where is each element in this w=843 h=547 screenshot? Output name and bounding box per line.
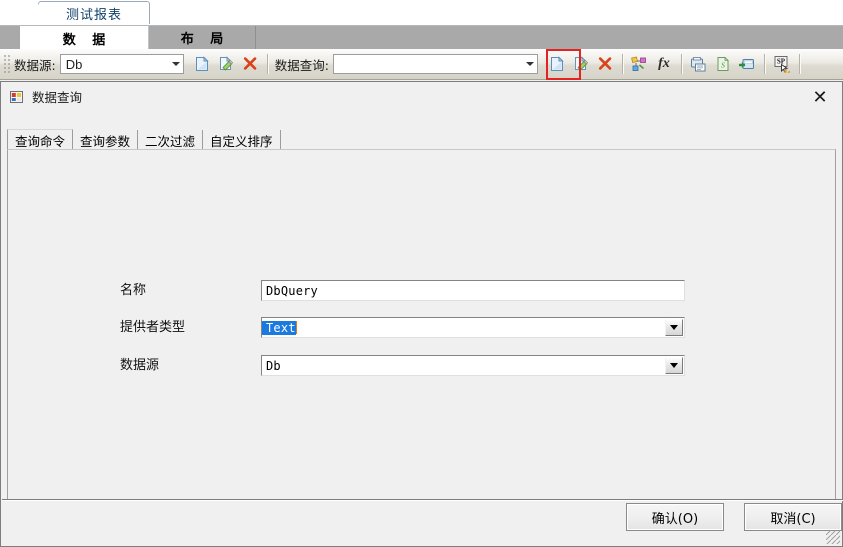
document-tab-测试报表[interactable]: 测试报表 (38, 1, 150, 25)
provider-type-value: Text (262, 320, 296, 335)
datasource-field-combo[interactable]: Db (261, 355, 685, 376)
print-dataset-button[interactable] (688, 53, 710, 75)
new-page-icon (195, 56, 209, 71)
dialog-tab-row: 查询命令 查询参数 二次过滤 自定义排序 (7, 129, 281, 150)
name-label: 名称 (120, 283, 147, 298)
confirm-button-label: 确认(O) (651, 511, 699, 527)
name-input[interactable]: DbQuery (261, 280, 685, 301)
tab-query-params-label: 查询参数 (80, 133, 131, 149)
ribbon-tab-layout-label: 布 局 (180, 32, 230, 47)
query-label: 数据查询: (274, 57, 329, 73)
edit-page-icon (219, 56, 233, 71)
new-datasource-button[interactable] (191, 53, 213, 75)
field-row-provider-type: 提供者类型 Text (8, 317, 835, 339)
datasource-combo-value: Db (65, 56, 83, 72)
tab-query-params[interactable]: 查询参数 (73, 130, 139, 150)
toolbar-separator-5 (798, 54, 800, 74)
confirm-button[interactable]: 确认(O) (626, 503, 724, 531)
toolbar-separator-4 (763, 54, 765, 74)
delete-query-button[interactable] (594, 53, 616, 75)
new-query-button[interactable] (546, 53, 568, 75)
field-row-name: 名称 DbQuery (8, 280, 835, 302)
script-doc-icon: S (717, 56, 729, 71)
print-dataset-icon (691, 56, 706, 71)
field-row-datasource: 数据源 Db (8, 355, 835, 377)
script-doc-button[interactable]: S (712, 53, 734, 75)
toolbar-separator-2 (621, 54, 623, 74)
cancel-button-label: 取消(C) (770, 511, 816, 527)
dialog-title-bar: 数据查询 ✕ (1, 82, 842, 111)
data-toolbar: 数据源: Db 数据查询: fx S SP (0, 49, 843, 80)
tab-query-command-label: 查询命令 (15, 133, 66, 149)
document-tab-label: 测试报表 (65, 8, 122, 23)
form-icon (10, 90, 24, 104)
datasource-dropdown-button[interactable] (665, 357, 683, 374)
svg-text:S: S (721, 61, 725, 70)
edit-datasource-button[interactable] (215, 53, 237, 75)
provider-type-label: 提供者类型 (120, 320, 186, 335)
application-window: 测试报表 数 据 布 局 数据源: Db 数据查询: fx S SP 数据查询 … (0, 0, 843, 547)
text-caret (295, 321, 297, 334)
toolbar-separator-1 (266, 54, 268, 74)
tab-custom-sort[interactable]: 自定义排序 (203, 130, 281, 150)
toolbar-separator-3 (680, 54, 682, 74)
dialog-tab-control: 查询命令 查询参数 二次过滤 自定义排序 名称 DbQuery 提供者类型 Te… (7, 129, 836, 500)
ribbon-tab-data[interactable]: 数 据 (20, 26, 148, 49)
ribbon-tab-data-label: 数 据 (62, 32, 112, 48)
ribbon-tab-strip: 数 据 布 局 (0, 25, 843, 49)
document-tab-underline (38, 24, 150, 25)
stored-procedure-button[interactable]: SP (771, 53, 793, 75)
function-button[interactable]: fx (653, 53, 675, 75)
edit-page-icon (574, 56, 588, 71)
name-input-value: DbQuery (266, 283, 318, 298)
tab-secondary-filter-label: 二次过滤 (145, 133, 196, 149)
provider-type-dropdown-button[interactable] (665, 319, 683, 336)
chevron-down-icon (670, 325, 678, 330)
provider-type-combo[interactable]: Text (261, 317, 685, 338)
datasource-combo[interactable]: Db (59, 54, 184, 74)
dialog-title: 数据查询 (32, 90, 83, 105)
ribbon-tab-layout[interactable]: 布 局 (148, 26, 256, 49)
tab-query-command[interactable]: 查询命令 (7, 129, 74, 150)
tab-custom-sort-label: 自定义排序 (210, 133, 273, 149)
datasource-field-value: Db (266, 358, 281, 373)
import-icon (739, 58, 755, 69)
cancel-button[interactable]: 取消(C) (744, 503, 842, 531)
relation-icon (631, 56, 647, 71)
footer-separator (2, 499, 843, 501)
chevron-down-icon (670, 363, 678, 368)
toolbar-drag-grip[interactable] (3, 54, 10, 74)
tab-secondary-filter[interactable]: 二次过滤 (138, 130, 204, 150)
chevron-down-icon (525, 62, 534, 66)
query-combo[interactable] (332, 54, 538, 74)
datasource-field-label: 数据源 (120, 358, 160, 373)
chevron-down-icon (171, 62, 180, 66)
data-query-dialog: 数据查询 ✕ 查询命令 查询参数 二次过滤 自定义排序 名称 DbQuery 提… (0, 81, 843, 547)
new-page-icon (550, 56, 564, 71)
edit-query-button[interactable] (570, 53, 592, 75)
close-x-icon (598, 57, 612, 70)
tab-panel-query-command: 名称 DbQuery 提供者类型 Text 数据源 Db (7, 149, 836, 500)
resize-grip[interactable] (826, 530, 840, 544)
relation-button[interactable] (629, 53, 651, 75)
import-button[interactable] (736, 53, 758, 75)
function-fx-icon: fx (658, 56, 670, 71)
close-x-icon (243, 57, 257, 70)
datasource-label: 数据源: (14, 57, 56, 73)
delete-datasource-button[interactable] (239, 53, 261, 75)
close-icon[interactable]: ✕ (804, 85, 836, 109)
document-tab-strip: 测试报表 (0, 0, 843, 25)
sp-cursor-icon: SP (774, 56, 790, 73)
